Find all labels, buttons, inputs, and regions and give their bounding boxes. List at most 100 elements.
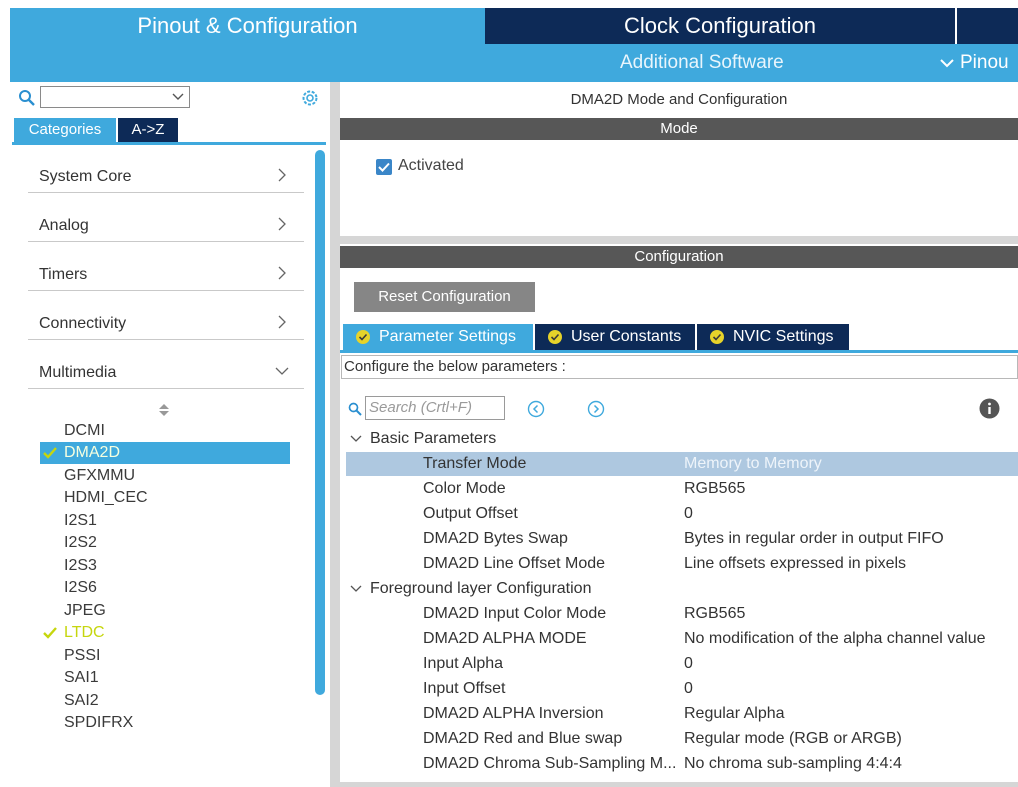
category-multimedia[interactable]: Multimedia — [28, 340, 304, 389]
peripheral-label: I2S3 — [64, 557, 97, 574]
param-row-alpha-mode[interactable]: DMA2D ALPHA MODE No modification of the … — [346, 627, 1018, 651]
param-row-color-mode[interactable]: Color Mode RGB565 — [346, 477, 1018, 501]
param-row-input-offset[interactable]: Input Offset 0 — [346, 677, 1018, 701]
param-row-output-offset[interactable]: Output Offset 0 — [346, 502, 1018, 526]
tab-a-to-z[interactable]: A->Z — [118, 118, 178, 142]
param-name: Input Offset — [423, 680, 506, 697]
peripheral-item-i2s2[interactable]: I2S2 — [40, 532, 290, 554]
param-row-chroma-sub-sampling[interactable]: DMA2D Chroma Sub-Sampling M... No chroma… — [346, 752, 1018, 776]
tab-pinout-configuration[interactable]: Pinout & Configuration — [10, 8, 485, 44]
activated-checkbox[interactable] — [376, 159, 392, 175]
tab-nvic-settings[interactable]: NVIC Settings — [697, 324, 849, 350]
param-name: Output Offset — [423, 505, 518, 522]
param-value[interactable]: Bytes in regular order in output FIFO — [684, 527, 944, 551]
search-icon — [19, 90, 35, 106]
parameter-search-input[interactable]: Search (Crtl+F) — [365, 396, 505, 420]
peripheral-label: SAI1 — [64, 669, 99, 686]
param-name: DMA2D Input Color Mode — [423, 605, 607, 622]
search-input[interactable] — [40, 86, 190, 108]
param-row-alpha-inversion[interactable]: DMA2D ALPHA Inversion Regular Alpha — [346, 702, 1018, 726]
additional-software-menu[interactable]: Additional Software — [620, 44, 820, 82]
peripheral-label: DMA2D — [64, 444, 121, 461]
param-name: DMA2D Red and Blue swap — [423, 730, 623, 747]
peripheral-item-dcmi[interactable]: DCMI — [40, 420, 290, 442]
previous-arrow-icon[interactable] — [527, 400, 545, 418]
peripheral-item-i2s1[interactable]: I2S1 — [40, 510, 290, 532]
peripheral-item-jpeg[interactable]: JPEG — [40, 600, 290, 622]
param-value[interactable]: No modification of the alpha channel val… — [684, 627, 986, 651]
param-row-input-color-mode[interactable]: DMA2D Input Color Mode RGB565 — [346, 602, 1018, 626]
group-label: Basic Parameters — [370, 430, 497, 447]
param-value[interactable]: 0 — [684, 502, 693, 526]
param-row-bytes-swap[interactable]: DMA2D Bytes Swap Bytes in regular order … — [346, 527, 1018, 551]
reset-configuration-button[interactable]: Reset Configuration — [354, 282, 535, 312]
tab-user-constants[interactable]: User Constants — [535, 324, 695, 350]
tab-label: Parameter Settings — [379, 328, 516, 345]
check-circle-icon — [548, 330, 562, 344]
peripheral-item-spdifrx[interactable]: SPDIFRX — [40, 712, 290, 734]
param-row-transfer-mode[interactable]: Transfer Mode Memory to Memory — [346, 452, 1018, 476]
peripheral-item-i2s6[interactable]: I2S6 — [40, 577, 290, 599]
peripheral-item-pssi[interactable]: PSSI — [40, 645, 290, 667]
check-icon — [378, 162, 390, 172]
param-value[interactable]: 0 — [684, 677, 693, 701]
peripheral-item-dma2d[interactable]: DMA2D — [40, 442, 290, 464]
peripheral-item-i2s3[interactable]: I2S3 — [40, 555, 290, 577]
param-value[interactable]: No chroma sub-sampling 4:4:4 — [684, 752, 902, 776]
sidebar-scrollbar[interactable] — [315, 150, 325, 695]
chevron-down-icon[interactable] — [171, 89, 185, 103]
peripheral-label: DCMI — [64, 422, 105, 439]
peripheral-item-gfxmmu[interactable]: GFXMMU — [40, 465, 290, 487]
info-icon[interactable] — [979, 398, 1000, 419]
param-row-input-alpha[interactable]: Input Alpha 0 — [346, 652, 1018, 676]
param-value[interactable]: Memory to Memory — [684, 452, 822, 476]
chevron-down-icon — [275, 367, 289, 375]
param-value[interactable]: 0 — [684, 652, 693, 676]
page-title: DMA2D Mode and Configuration — [570, 91, 788, 108]
chevron-down-icon — [350, 435, 362, 442]
param-value[interactable]: Regular mode (RGB or ARGB) — [684, 727, 902, 751]
category-label: Analog — [39, 217, 89, 234]
peripheral-item-sai2[interactable]: SAI2 — [40, 690, 290, 712]
category-connectivity[interactable]: Connectivity — [28, 291, 304, 340]
tab-parameter-settings[interactable]: Parameter Settings — [343, 324, 533, 350]
tab-next[interactable] — [957, 8, 1018, 44]
param-value[interactable]: RGB565 — [684, 602, 745, 626]
peripheral-item-ltdc[interactable]: LTDC — [40, 622, 290, 644]
category-timers[interactable]: Timers — [28, 242, 304, 291]
section-splitter[interactable] — [340, 236, 1018, 244]
param-row-red-blue-swap[interactable]: DMA2D Red and Blue swap Regular mode (RG… — [346, 727, 1018, 751]
category-label: Connectivity — [39, 315, 127, 332]
pinout-menu-label: Pinou — [960, 52, 1009, 73]
chevron-right-icon — [278, 168, 286, 182]
param-name: DMA2D Bytes Swap — [423, 530, 568, 547]
search-icon — [348, 402, 362, 416]
sidebar-splitter[interactable] — [330, 82, 340, 787]
tab-clock-configuration[interactable]: Clock Configuration — [485, 8, 955, 44]
param-name: DMA2D ALPHA Inversion — [423, 705, 604, 722]
pinout-menu[interactable]: Pinou — [940, 44, 1018, 82]
category-analog[interactable]: Analog — [28, 193, 304, 242]
category-system-core[interactable]: System Core — [28, 144, 304, 193]
peripheral-label: LTDC — [64, 624, 105, 641]
param-value[interactable]: Line offsets expressed in pixels — [684, 552, 906, 576]
param-value[interactable]: RGB565 — [684, 477, 745, 501]
subheader-bar — [10, 44, 1018, 82]
next-arrow-icon[interactable] — [587, 400, 605, 418]
check-circle-icon — [710, 330, 724, 344]
param-value[interactable]: Regular Alpha — [684, 702, 785, 726]
peripheral-label: GFXMMU — [64, 467, 136, 484]
param-name: Input Alpha — [423, 655, 504, 672]
peripheral-item-sai1[interactable]: SAI1 — [40, 667, 290, 689]
chevron-right-icon — [278, 315, 286, 329]
param-name: DMA2D ALPHA MODE — [423, 630, 587, 647]
param-row-line-offset-mode[interactable]: DMA2D Line Offset Mode Line offsets expr… — [346, 552, 1018, 576]
peripheral-item-hdmi-cec[interactable]: HDMI_CEC — [40, 487, 290, 509]
tab-categories[interactable]: Categories — [14, 118, 116, 142]
check-icon — [43, 627, 57, 639]
gear-icon[interactable] — [300, 88, 320, 108]
category-label: System Core — [39, 168, 132, 185]
check-circle-icon — [356, 330, 370, 344]
peripheral-label: I2S2 — [64, 534, 97, 551]
sort-icon[interactable] — [158, 403, 170, 417]
